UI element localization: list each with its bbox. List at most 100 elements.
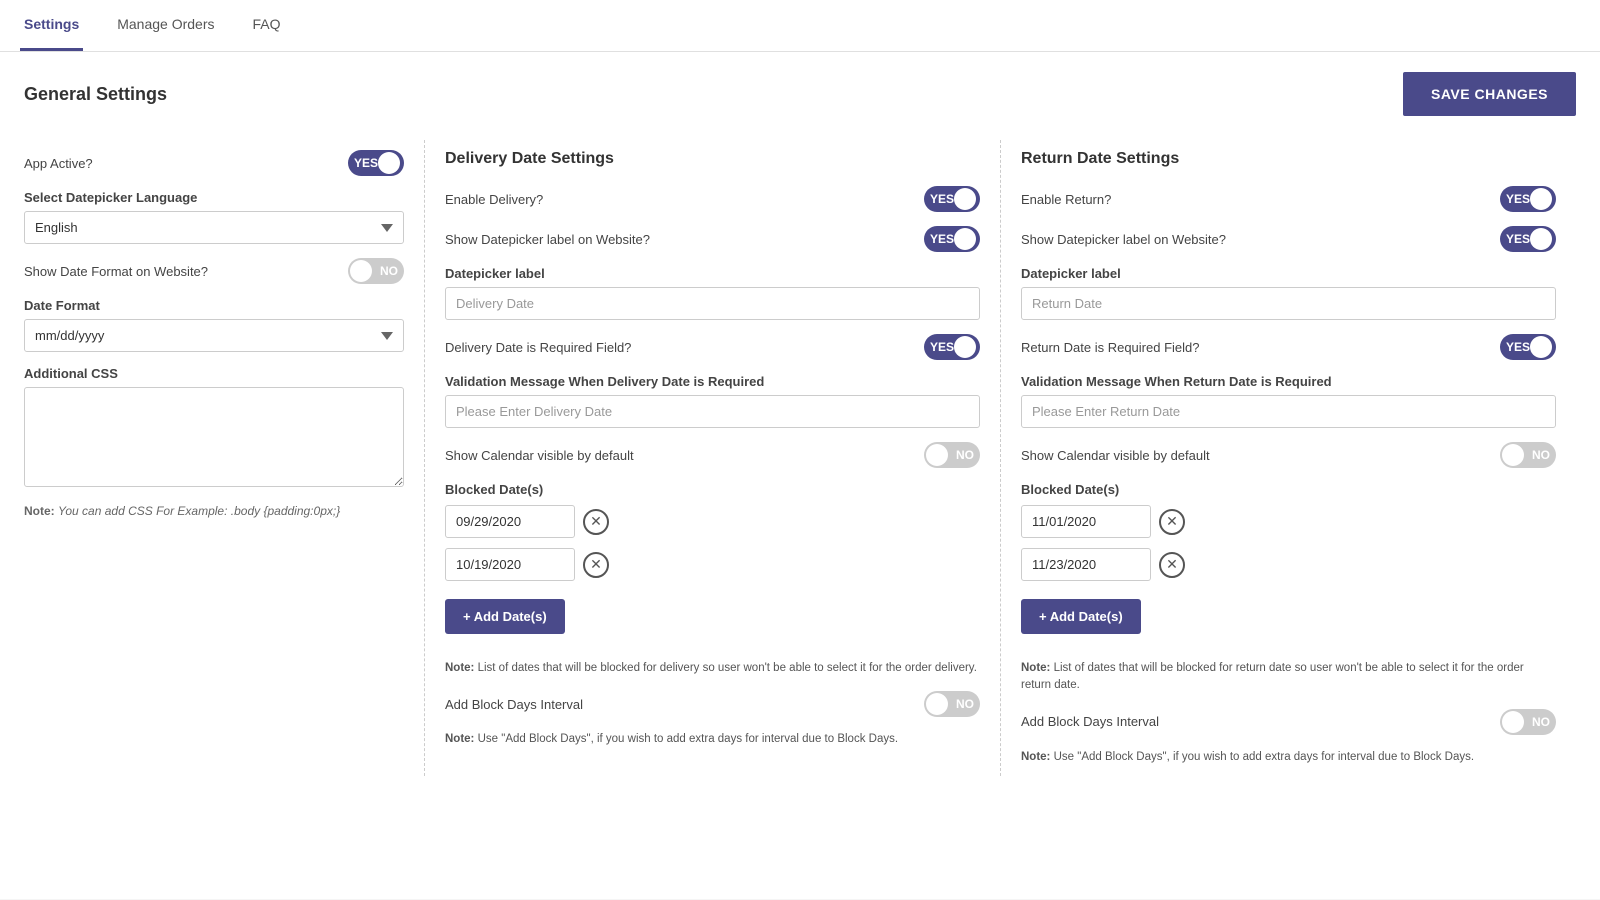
delivery-blocked-dates-group: Blocked Date(s) ✕ ✕ + Add Date(s) <box>445 482 980 646</box>
delivery-block-days-toggle[interactable]: NO <box>924 691 980 717</box>
return-block-days-track[interactable]: NO <box>1500 709 1556 735</box>
delivery-datepicker-label-input[interactable] <box>445 287 980 320</box>
delivery-validation-group: Validation Message When Delivery Date is… <box>445 374 980 428</box>
delivery-required-thumb <box>954 336 976 358</box>
delivery-blocked-date-row-1: ✕ <box>445 548 980 581</box>
delivery-block-days-note-label: Note: <box>445 733 474 745</box>
return-blocked-dates-label: Blocked Date(s) <box>1021 482 1556 497</box>
return-blocked-date-input-1[interactable] <box>1021 548 1151 581</box>
return-required-track[interactable]: YES <box>1500 334 1556 360</box>
return-show-calendar-track[interactable]: NO <box>1500 442 1556 468</box>
page-title: General Settings <box>24 84 167 105</box>
enable-delivery-track[interactable]: YES <box>924 186 980 212</box>
nav-item-manage-orders[interactable]: Manage Orders <box>113 0 218 51</box>
delivery-show-datepicker-track[interactable]: YES <box>924 226 980 252</box>
delivery-show-calendar-row: Show Calendar visible by default NO <box>445 442 980 468</box>
return-required-row: Return Date is Required Field? YES <box>1021 334 1556 360</box>
return-blocked-date-input-0[interactable] <box>1021 505 1151 538</box>
delivery-datepicker-label-group: Datepicker label <box>445 266 980 320</box>
delivery-block-days-note-text: Use "Add Block Days", if you wish to add… <box>478 733 898 745</box>
delivery-required-row: Delivery Date is Required Field? YES <box>445 334 980 360</box>
show-date-format-row: Show Date Format on Website? NO <box>24 258 404 284</box>
return-block-days-note-label: Note: <box>1021 751 1050 763</box>
delivery-blocked-dates-label: Blocked Date(s) <box>445 482 980 497</box>
app-active-state: YES <box>354 156 378 170</box>
date-format-label: Date Format <box>24 298 404 313</box>
css-note-text: You can add CSS For Example: .body {padd… <box>58 504 340 518</box>
enable-return-state: YES <box>1506 192 1530 206</box>
return-blocked-dates-group: Blocked Date(s) ✕ ✕ + Add Date(s) <box>1021 482 1556 646</box>
delivery-section-title: Delivery Date Settings <box>445 150 980 168</box>
return-blocked-date-row-1: ✕ <box>1021 548 1556 581</box>
datepicker-language-group: Select Datepicker Language English Frenc… <box>24 190 404 244</box>
return-datepicker-label-input[interactable] <box>1021 287 1556 320</box>
app-active-toggle[interactable]: YES <box>348 150 404 176</box>
return-remove-date-button-1[interactable]: ✕ <box>1159 552 1185 578</box>
top-navigation: Settings Manage Orders FAQ <box>0 0 1600 52</box>
return-blocked-note-text: List of dates that will be blocked for r… <box>1021 662 1524 691</box>
delivery-add-date-button[interactable]: + Add Date(s) <box>445 599 565 634</box>
save-changes-button[interactable]: SAVE CHANGES <box>1403 72 1576 116</box>
return-add-date-button[interactable]: + Add Date(s) <box>1021 599 1141 634</box>
return-show-datepicker-row: Show Datepicker label on Website? YES <box>1021 226 1556 252</box>
enable-return-label: Enable Return? <box>1021 192 1111 207</box>
return-required-label: Return Date is Required Field? <box>1021 340 1199 355</box>
return-settings-column: Return Date Settings Enable Return? YES … <box>1000 140 1576 776</box>
return-show-datepicker-toggle[interactable]: YES <box>1500 226 1556 252</box>
app-active-label: App Active? <box>24 156 93 171</box>
enable-delivery-row: Enable Delivery? YES <box>445 186 980 212</box>
delivery-required-toggle[interactable]: YES <box>924 334 980 360</box>
return-validation-label: Validation Message When Return Date is R… <box>1021 374 1556 389</box>
delivery-blocked-date-input-1[interactable] <box>445 548 575 581</box>
enable-delivery-toggle[interactable]: YES <box>924 186 980 212</box>
page-content: General Settings SAVE CHANGES App Active… <box>0 52 1600 899</box>
delivery-show-calendar-toggle[interactable]: NO <box>924 442 980 468</box>
return-block-days-thumb <box>1502 711 1524 733</box>
show-date-format-state: NO <box>380 264 398 278</box>
delivery-validation-label: Validation Message When Delivery Date is… <box>445 374 980 389</box>
return-block-days-toggle[interactable]: NO <box>1500 709 1556 735</box>
delivery-required-track[interactable]: YES <box>924 334 980 360</box>
return-show-calendar-thumb <box>1502 444 1524 466</box>
return-required-thumb <box>1530 336 1552 358</box>
datepicker-language-label: Select Datepicker Language <box>24 190 404 205</box>
return-block-days-row: Add Block Days Interval NO <box>1021 709 1556 735</box>
delivery-blocked-date-input-0[interactable] <box>445 505 575 538</box>
delivery-required-label: Delivery Date is Required Field? <box>445 340 631 355</box>
enable-return-row: Enable Return? YES <box>1021 186 1556 212</box>
delivery-show-calendar-label: Show Calendar visible by default <box>445 448 634 463</box>
enable-return-toggle[interactable]: YES <box>1500 186 1556 212</box>
app-active-thumb <box>378 152 400 174</box>
return-remove-date-button-0[interactable]: ✕ <box>1159 509 1185 535</box>
return-blocked-note-label: Note: <box>1021 662 1050 674</box>
delivery-remove-date-button-0[interactable]: ✕ <box>583 509 609 535</box>
show-date-format-toggle[interactable]: NO <box>348 258 404 284</box>
datepicker-language-select[interactable]: English French Spanish German <box>24 211 404 244</box>
return-datepicker-label-label: Datepicker label <box>1021 266 1556 281</box>
show-date-format-track[interactable]: NO <box>348 258 404 284</box>
delivery-show-calendar-track[interactable]: NO <box>924 442 980 468</box>
nav-item-settings[interactable]: Settings <box>20 0 83 51</box>
date-format-select[interactable]: mm/dd/yyyy dd/mm/yyyy yyyy/mm/dd <box>24 319 404 352</box>
return-block-days-note: Note: Use "Add Block Days", if you wish … <box>1021 749 1556 766</box>
return-show-calendar-row: Show Calendar visible by default NO <box>1021 442 1556 468</box>
enable-return-thumb <box>1530 188 1552 210</box>
delivery-block-days-row: Add Block Days Interval NO <box>445 691 980 717</box>
return-required-toggle[interactable]: YES <box>1500 334 1556 360</box>
css-note: Note: You can add CSS For Example: .body… <box>24 504 404 518</box>
nav-item-faq[interactable]: FAQ <box>249 0 285 51</box>
return-show-calendar-toggle[interactable]: NO <box>1500 442 1556 468</box>
return-block-days-label: Add Block Days Interval <box>1021 714 1159 729</box>
show-date-format-thumb <box>350 260 372 282</box>
return-validation-input[interactable] <box>1021 395 1556 428</box>
delivery-validation-input[interactable] <box>445 395 980 428</box>
delivery-required-state: YES <box>930 340 954 354</box>
return-show-datepicker-track[interactable]: YES <box>1500 226 1556 252</box>
delivery-remove-date-button-1[interactable]: ✕ <box>583 552 609 578</box>
delivery-block-days-track[interactable]: NO <box>924 691 980 717</box>
enable-return-track[interactable]: YES <box>1500 186 1556 212</box>
app-active-track[interactable]: YES <box>348 150 404 176</box>
delivery-show-datepicker-toggle[interactable]: YES <box>924 226 980 252</box>
additional-css-textarea[interactable] <box>24 387 404 487</box>
return-show-calendar-label: Show Calendar visible by default <box>1021 448 1210 463</box>
